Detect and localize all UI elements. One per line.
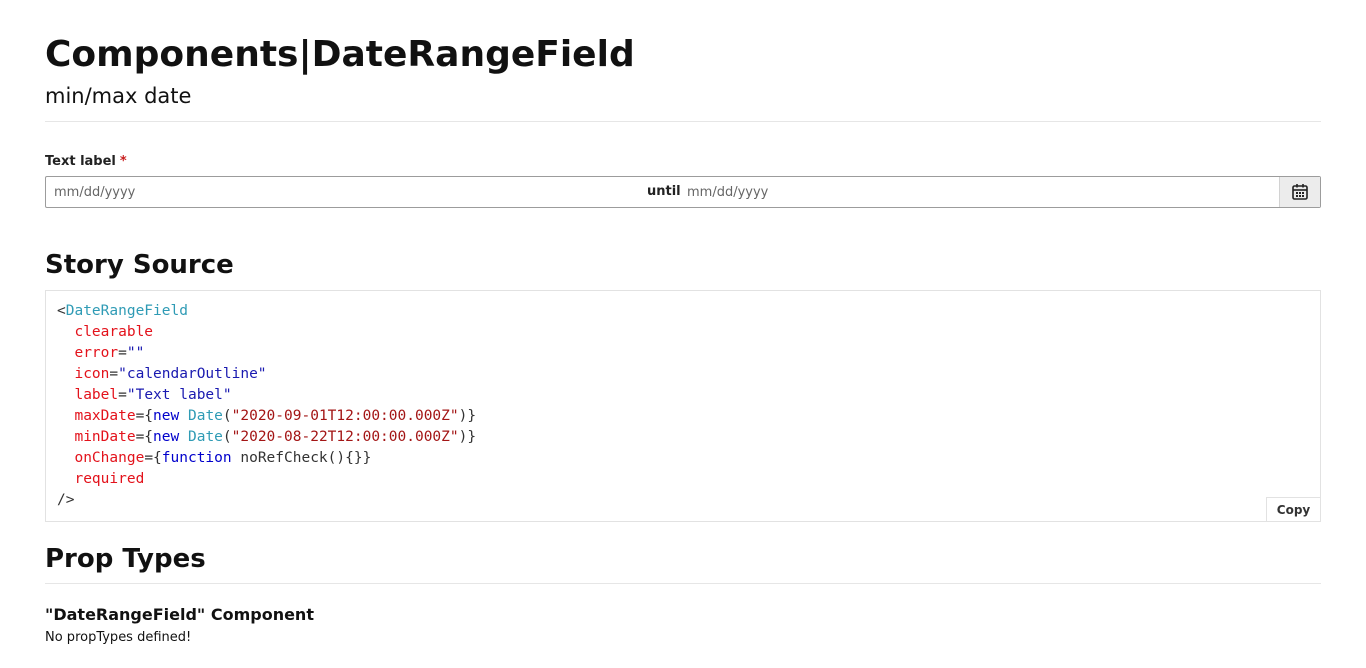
no-prop-types-message: No propTypes defined! (45, 630, 192, 645)
code-listing: <DateRangeField clearable error="" icon=… (57, 303, 477, 508)
date-range-label: Text label * (45, 153, 127, 171)
calendar-button[interactable] (1279, 177, 1320, 207)
required-marker: * (119, 154, 127, 169)
story-source-code-block: <DateRangeField clearable error="" icon=… (45, 290, 1321, 522)
field-label-text: Text label (45, 154, 116, 169)
story-source-heading: Story Source (45, 250, 234, 280)
copy-button[interactable]: Copy (1266, 497, 1320, 521)
start-date-input[interactable] (46, 177, 641, 207)
divider (45, 121, 1321, 122)
prop-types-heading: Prop Types (45, 544, 206, 574)
divider (45, 583, 1321, 584)
component-title: "DateRangeField" Component (45, 605, 314, 624)
date-range-field: until (45, 176, 1321, 208)
page-title: Components|DateRangeField (45, 34, 635, 75)
end-date-input[interactable] (679, 177, 1279, 207)
until-separator: until (647, 184, 681, 199)
code-component-name: DateRangeField (65, 303, 188, 319)
calendar-icon (1292, 184, 1308, 200)
page-subtitle: min/max date (45, 84, 192, 108)
